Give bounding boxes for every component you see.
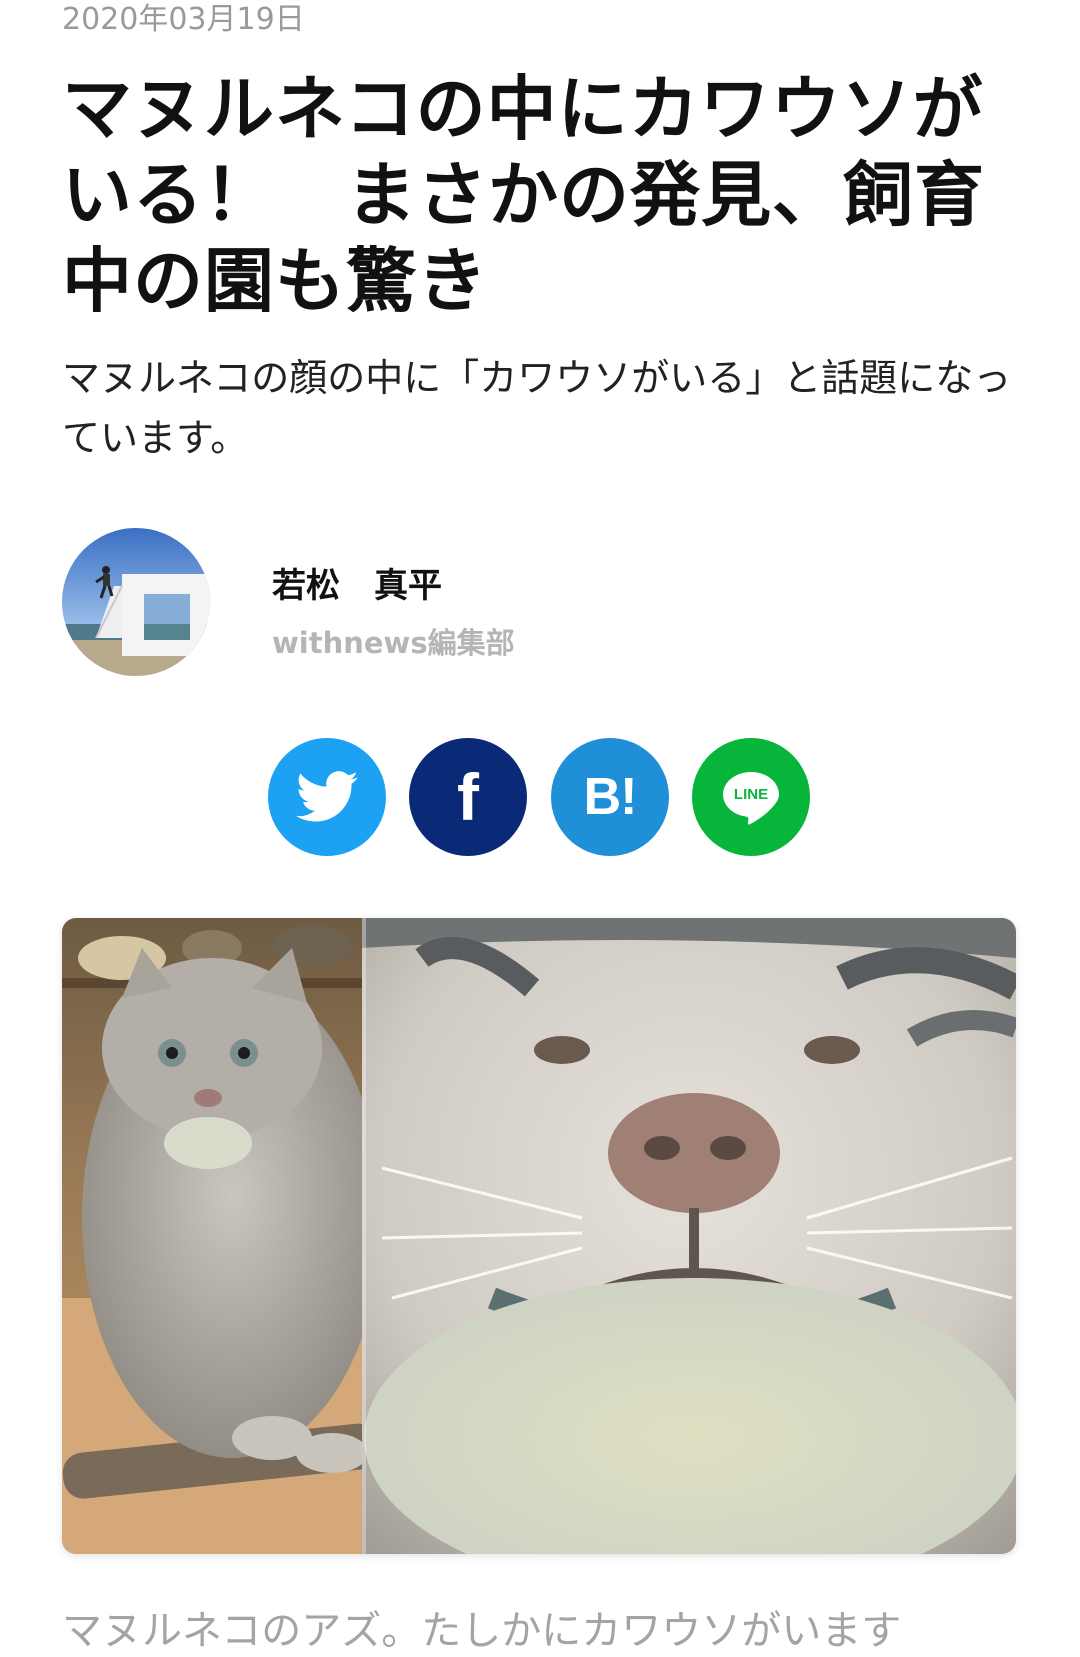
author-name[interactable]: 若松 真平 — [272, 558, 442, 607]
article-lead: マヌルネコの顔の中に「カワウソがいる」と話題になっています。 — [62, 356, 1012, 460]
article-title: マヌルネコの中にカワウソがいる！ まさかの発見、飼育中の園も驚き — [62, 68, 985, 322]
line-share-button[interactable]: LINE — [692, 738, 810, 856]
share-bar: f B! LINE — [0, 738, 1080, 858]
facebook-icon: f — [457, 760, 479, 834]
line-icon: LINE — [723, 772, 779, 825]
hatena-bookmark-button[interactable]: B! — [551, 738, 669, 856]
author-department: withnews編集部 — [272, 626, 515, 660]
author-block: 若松 真平 withnews編集部 — [62, 528, 762, 678]
hatena-bookmark-icon: B! — [583, 768, 638, 826]
twitter-share-button[interactable] — [268, 738, 386, 856]
author-avatar[interactable] — [62, 528, 210, 676]
article-page: 2020年03月19日 マヌルネコの中にカワウソがいる！ まさかの発見、飼育中の… — [0, 0, 1080, 1657]
avatar-photo — [62, 528, 210, 676]
facebook-share-button[interactable]: f — [409, 738, 527, 856]
publish-date: 2020年03月19日 — [62, 2, 305, 37]
article-photo[interactable] — [62, 918, 1016, 1554]
line-label: LINE — [734, 786, 768, 803]
manul-cat-photo — [62, 918, 1016, 1554]
twitter-bird-icon — [296, 771, 358, 822]
photo-caption: マヌルネコのアズ。たしかにカワウソがいます — [62, 1608, 902, 1654]
